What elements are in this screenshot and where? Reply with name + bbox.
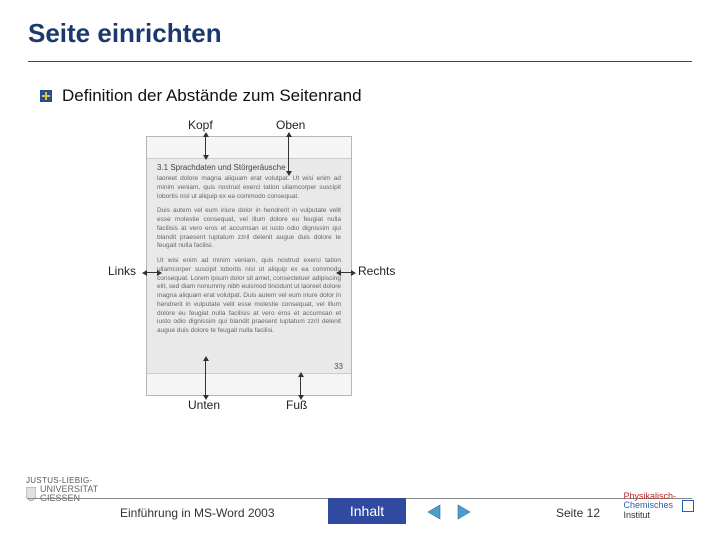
page-number: Seite 12 — [556, 506, 600, 520]
label-unten: Unten — [188, 398, 220, 412]
label-links: Links — [108, 264, 136, 278]
label-fuss: Fuß — [286, 398, 307, 412]
slide-title: Seite einrichten — [0, 0, 720, 55]
arrow-links — [146, 272, 158, 273]
label-oben: Oben — [276, 118, 305, 132]
bullet-text: Definition der Abstände zum Seitenrand — [62, 86, 362, 106]
next-slide-button[interactable] — [452, 501, 474, 523]
institute-name: Physikalisch- Chemisches Institut — [623, 492, 676, 520]
arrow-oben — [288, 136, 289, 172]
sample-para: laoreet dolore magna aliquam erat volutp… — [157, 175, 341, 201]
sample-header — [147, 137, 351, 159]
label-kopf: Kopf — [188, 118, 213, 132]
arrow-unten — [205, 360, 206, 396]
course-title: Einführung in MS-Word 2003 — [120, 506, 275, 520]
arrow-fuss — [300, 376, 301, 396]
institute-logo: Physikalisch- Chemisches Institut — [623, 492, 694, 520]
sample-page: 3.1 Sprachdaten und Störgeräusche laoree… — [146, 136, 352, 396]
sample-body: laoreet dolore magna aliquam erat volutp… — [157, 175, 341, 369]
arrow-rechts — [340, 272, 352, 273]
title-divider — [28, 61, 692, 62]
margins-figure: 3.1 Sprachdaten und Störgeräusche laoree… — [108, 116, 402, 412]
sample-para: Ut wisi enim ad minim veniam, quis nostr… — [157, 257, 341, 336]
university-name-main: UNIVERSITAT GIESSEN — [40, 485, 98, 503]
arrow-kopf — [205, 136, 206, 156]
label-rechts: Rechts — [358, 264, 395, 278]
contents-button[interactable]: Inhalt — [328, 498, 406, 524]
institute-mark-icon — [682, 500, 694, 512]
sample-footer — [147, 373, 351, 395]
sample-para: Duis autem vel eum iriure dolor in hendr… — [157, 207, 341, 251]
prev-slide-button[interactable] — [424, 501, 446, 523]
bullet-icon — [40, 90, 52, 102]
triangle-right-icon — [454, 503, 472, 521]
bullet-item: Definition der Abstände zum Seitenrand — [40, 86, 720, 106]
sample-page-number: 33 — [334, 362, 343, 371]
triangle-left-icon — [426, 503, 444, 521]
sample-heading: 3.1 Sprachdaten und Störgeräusche — [157, 163, 286, 172]
footer: JUSTUS-LIEBIG- UNIVERSITAT GIESSEN Einfü… — [0, 486, 720, 528]
